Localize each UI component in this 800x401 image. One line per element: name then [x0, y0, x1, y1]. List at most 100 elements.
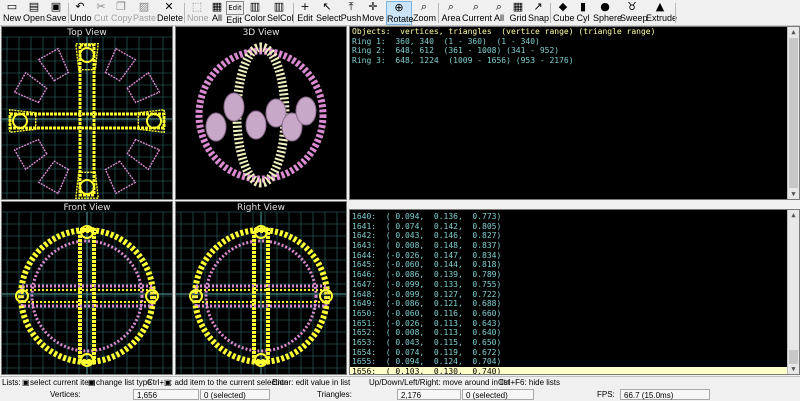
help-select-current: select current item [30, 378, 96, 387]
vertex-list-item[interactable]: 1652: ( 0.008, 0.113, 0.640) [350, 328, 788, 338]
grid-icon: ▦ [512, 0, 524, 13]
right-view-viewport[interactable]: Right View [175, 201, 347, 375]
toolbar-button-label: Cut [93, 13, 108, 23]
right-view-canvas [176, 211, 346, 374]
top-view-title: Top View [67, 28, 107, 38]
vertices-selected: 0 (selected) [200, 389, 270, 400]
objects-list-item[interactable]: Ring 3: 648, 1224 (1009 - 1656) (953 - 2… [350, 56, 799, 66]
vertex-list-item[interactable]: 1647: (-0.099, 0.133, 0.755) [350, 280, 788, 290]
toolbar-color-button[interactable]: ▥ Color [244, 1, 266, 25]
toolbar-button-label: Cyl [576, 13, 590, 23]
select-current-icon: ▣ [22, 378, 30, 387]
scroll-thumb[interactable] [789, 350, 798, 364]
save-icon: ▣ [50, 0, 62, 13]
front-view-viewport[interactable]: Front View [1, 201, 173, 375]
help-line: Lists: ▣ select current item ▣ change li… [0, 376, 800, 389]
toolbar-separator [68, 3, 69, 23]
vertex-list-item[interactable]: 1653: ( 0.043, 0.115, 0.650) [350, 338, 788, 348]
toolbar-button-label: Grid [509, 13, 527, 23]
toolbar-cube-button[interactable]: ◆ Cube [553, 1, 575, 25]
vertex-list-item[interactable]: 1643: ( 0.008, 0.148, 0.837) [350, 241, 788, 251]
snap-icon: ↗ [533, 0, 543, 13]
toolbar-button-label: Save [46, 13, 67, 23]
main-toolbar: ▭ New ▤ Open ▣ Save ↶ Undo ✂ Cut ❐ Copy ▨ Paste ✕ Delet… [0, 0, 800, 26]
toolbar-current-button[interactable]: ⌕ Current [462, 1, 492, 25]
scroll-up-icon[interactable]: ▲ [788, 27, 799, 37]
toolbar-push-button[interactable]: ⤒ Push [340, 1, 362, 25]
vertex-list-item[interactable]: 1654: ( 0.074, 0.119, 0.672) [350, 348, 788, 358]
vertices-label: Vertices: [50, 390, 81, 399]
mesh-wedge [104, 160, 137, 195]
scroll-down-icon[interactable]: ▼ [788, 189, 799, 199]
toolbar-button-label: Open [23, 13, 46, 23]
toolbar-all-button[interactable]: ⌕ All [490, 1, 508, 25]
toolbar-zoom-button[interactable]: ⌕ Zoom [413, 0, 436, 25]
toolbar-button-label: Edit [297, 13, 313, 23]
toolbar-edit-button[interactable]: + Edit [296, 1, 314, 25]
objects-list-item[interactable]: Ring 2: 648, 612 (361 - 1008) (341 - 952… [350, 46, 799, 56]
vertices-count: 1,656 [133, 389, 199, 400]
vertex-list-item[interactable]: 1644: (-0.026, 0.147, 0.834) [350, 251, 788, 261]
3d-view-viewport[interactable]: 3D View [175, 26, 347, 200]
toolbar-area-button[interactable]: ⌕ Area [441, 1, 461, 25]
scroll-thumb[interactable] [789, 38, 798, 188]
vertex-list-item[interactable]: 1640: ( 0.094, 0.136, 0.773) [350, 212, 788, 222]
toolbar-delete-button[interactable]: ✕ Delete [157, 0, 183, 25]
toolbar-selcol-button[interactable]: ▥ SelCol [267, 1, 294, 25]
scroll-up-icon[interactable]: ▲ [788, 210, 799, 220]
toolbar-grid-button[interactable]: ▦ Grid [508, 1, 528, 25]
vertex-list-item[interactable]: 1649: (-0.086, 0.121, 0.688) [350, 299, 788, 309]
vertex-list-item[interactable]: 1651: (-0.026, 0.113, 0.643) [350, 319, 788, 329]
vertex-list-item[interactable]: 1648: (-0.099, 0.127, 0.722) [350, 290, 788, 300]
toolbar-button-label: SelCol [267, 13, 294, 23]
toolbar-sphere-button[interactable]: ● Sphere [593, 1, 622, 25]
change-type-icon: ▣ [88, 378, 96, 387]
zoom-icon: ⌕ [420, 0, 428, 13]
toolbar-all-button[interactable]: ▦ All [208, 1, 226, 25]
vertex-list-item[interactable]: 1650: (-0.060, 0.116, 0.660) [350, 309, 788, 319]
toolbar-extrude-button[interactable]: ▲ Extrude [646, 1, 677, 25]
vertex-list-item[interactable]: 1642: ( 0.043, 0.146, 0.827) [350, 231, 788, 241]
toolbar-select-button[interactable]: ↖ Select [316, 0, 341, 25]
objects-list-item[interactable]: Ring 1: 360, 340 (1 - 360) (1 - 340) [350, 37, 799, 47]
objects-list-panel[interactable]: Objects: vertices, triangles (vertice ra… [349, 26, 800, 200]
toolbar-paste-button[interactable]: ▨ Paste [133, 1, 156, 25]
help-lists-label: Lists: [2, 378, 21, 387]
toolbar-cut-button[interactable]: ✂ Cut [92, 1, 110, 25]
toolbar-none-button[interactable]: ⬚ None [187, 0, 209, 25]
toolbar-save-button[interactable]: ▣ Save [46, 0, 67, 25]
vertex-list-item[interactable]: 1656: ( 0.103, 0.130, 0.740) [350, 367, 788, 374]
cylinder-shape [295, 96, 317, 126]
toolbar-cyl-button[interactable]: ▮ Cyl [575, 1, 591, 25]
front-view-canvas [2, 211, 172, 374]
toolbar-open-button[interactable]: ▤ Open [23, 1, 45, 25]
top-view-viewport[interactable]: Top View [1, 26, 173, 200]
cylinder-icon: ▮ [579, 0, 587, 13]
delete-icon: ✕ [164, 0, 174, 13]
cylinder-shape [245, 110, 267, 140]
vertex-list-item[interactable]: 1646: (-0.086, 0.139, 0.789) [350, 270, 788, 280]
vertex-list-item[interactable]: 1655: ( 0.094, 0.124, 0.704) [350, 357, 788, 367]
scroll-down-icon[interactable]: ▼ [788, 364, 799, 374]
toolbar-snap-button[interactable]: ↗ Snap [528, 0, 549, 25]
select-none-icon: ⬚ [191, 0, 203, 13]
vertex-scrollbar[interactable]: ▲ ▼ [787, 210, 799, 374]
vertex-list-item[interactable]: 1641: ( 0.074, 0.142, 0.805) [350, 222, 788, 232]
toolbar-separator [293, 3, 294, 23]
toolbar-edit-button[interactable]: Edit Edit [226, 1, 244, 25]
toolbar-undo-button[interactable]: ↶ Undo [70, 1, 92, 25]
3d-view-canvas [195, 42, 327, 188]
objects-scrollbar[interactable]: ▲ ▼ [787, 27, 799, 199]
toolbar-separator [550, 3, 551, 23]
toolbar-copy-button[interactable]: ❐ Copy [111, 1, 132, 25]
toolbar-button-label: Cube [553, 13, 575, 23]
select-arrow-icon: ↖ [322, 0, 332, 13]
toolbar-move-button[interactable]: ✛ Move [362, 1, 384, 25]
toolbar-new-button[interactable]: ▭ New [2, 1, 22, 25]
toolbar-sweep-button[interactable]: ♉ Sweep [620, 1, 648, 25]
toolbar-rotate-button[interactable]: ⊕ Rotate [386, 1, 414, 25]
cylinder-shape [223, 92, 245, 122]
vertex-list-item[interactable]: 1645: (-0.060, 0.144, 0.818) [350, 260, 788, 270]
help-add-item: : add item to the current selection [170, 378, 289, 387]
vertex-list-panel[interactable]: 1640: ( 0.094, 0.136, 0.773) 1641: ( 0.07… [349, 209, 800, 375]
